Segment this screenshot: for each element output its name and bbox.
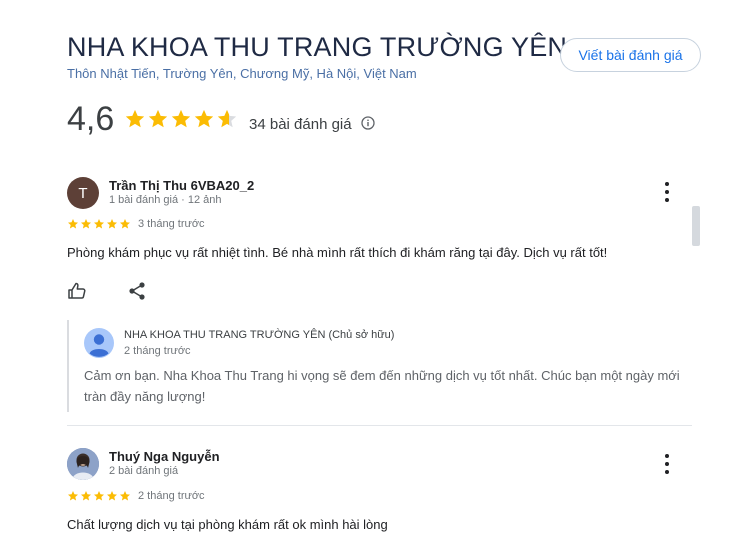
owner-name: NHA KHOA THU TRANG TRƯỜNG YÊN (Chủ sở hữ… [124,329,395,341]
reviewer-meta: 2 bài đánh giá [109,465,179,477]
star-icon [81,491,91,501]
star-icon [194,109,214,128]
star-icon [107,219,117,229]
review-time: 3 tháng trước [138,218,205,230]
info-icon[interactable] [361,116,375,130]
reviewer-name[interactable]: Thuý Nga Nguyễn [109,449,220,464]
average-rating-stars [124,108,238,134]
like-icon[interactable] [67,281,87,301]
review-stars [67,490,131,502]
review-menu-icon[interactable] [664,182,670,202]
reply-time: 2 tháng trước [124,345,191,357]
star-icon [217,109,237,128]
star-icon [120,491,130,501]
owner-avatar-icon [84,328,114,358]
star-icon [125,109,145,128]
review-divider [67,425,692,426]
review-text: Phòng khám phục vụ rất nhiệt tình. Bé nh… [67,245,608,260]
review-text: Chất lượng dịch vụ tại phòng khám rất ok… [67,517,388,532]
reply-text: Cảm ơn bạn. Nha Khoa Thu Trang hi vọng s… [84,368,680,404]
star-icon [68,219,78,229]
place-address: Thôn Nhật Tiến, Trường Yên, Chương Mỹ, H… [67,66,417,81]
scrollbar-thumb[interactable] [692,206,700,246]
star-icon [68,491,78,501]
place-title: NHA KHOA THU TRANG TRƯỜNG YÊN [67,32,568,62]
avatar-letter: T [78,184,88,202]
star-icon [120,219,130,229]
star-icon [107,491,117,501]
star-icon [81,219,91,229]
star-icon [171,109,191,128]
reviewer-avatar[interactable]: T [67,177,99,209]
review-menu-icon[interactable] [664,454,670,474]
reviewer-name[interactable]: Trần Thị Thu 6VBA20_2 [109,178,254,193]
share-icon[interactable] [127,281,147,301]
reviewer-avatar-photo[interactable] [67,448,99,480]
review-time: 2 tháng trước [138,490,205,502]
review-count-link[interactable]: 34 bài đánh giá [249,116,352,133]
review-stars [67,218,131,230]
reviewer-meta: 1 bài đánh giá · 12 ảnh [109,194,222,206]
average-rating: 4,6 [67,100,115,138]
star-icon [94,219,104,229]
write-review-button[interactable]: Viết bài đánh giá [560,38,701,72]
star-icon [148,109,168,128]
star-icon [94,491,104,501]
